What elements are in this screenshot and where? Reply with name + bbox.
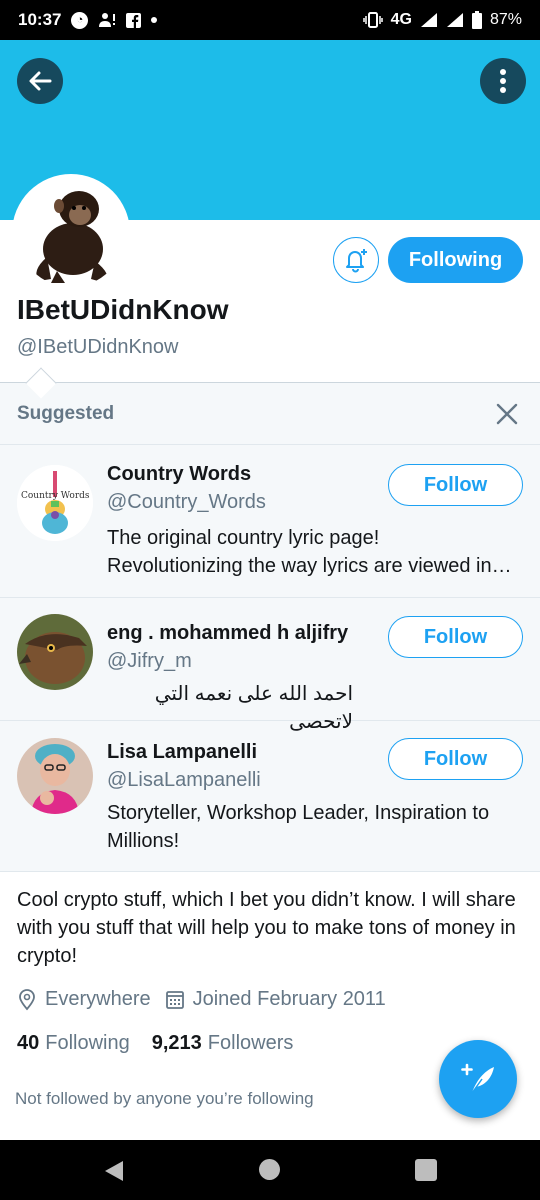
profile-avatar[interactable] [12, 174, 130, 292]
country-words-avatar-text: Country Words [21, 491, 90, 501]
following-count: 40 [17, 1032, 40, 1054]
suggested-item-country-words[interactable]: Country Words Country Words @Country_Wor… [0, 446, 540, 598]
following-button[interactable]: Following [388, 237, 523, 283]
followers-count-link[interactable]: 9,213 Followers [152, 1032, 294, 1055]
nav-recents-icon[interactable] [415, 1159, 437, 1181]
followers-label: Followers [207, 1032, 294, 1054]
calendar-icon [165, 990, 184, 1009]
country-words-avatar: Country Words [17, 465, 93, 541]
battery-icon [471, 11, 482, 29]
status-time: 10:37 [18, 10, 62, 29]
back-arrow-icon [29, 71, 52, 91]
follow-button[interactable]: Follow [388, 738, 523, 780]
more-options-button[interactable] [480, 58, 526, 104]
suggested-bio: Storyteller, Workshop Leader, Inspiratio… [107, 802, 490, 852]
suggested-item-aljifry[interactable]: eng . mohammed h aljifry @Jifry_m احمد ا… [0, 598, 540, 733]
suggested-panel: Suggested Country Words Country Words @C… [0, 382, 540, 872]
follow-button[interactable]: Follow [388, 616, 523, 658]
person-alert-icon [98, 12, 116, 28]
follow-button[interactable]: Follow [388, 464, 523, 506]
profile-bio: Cool crypto stuff, which I bet you didn’… [17, 889, 516, 967]
profile-display-name: IBetUDidnKnow [17, 294, 229, 325]
following-label: Following [45, 1032, 130, 1054]
suggested-handle: @Jifry_m [107, 650, 192, 672]
joined-date: Joined February 2011 [165, 988, 386, 1011]
compose-tweet-button[interactable] [439, 1040, 517, 1118]
nav-home-icon[interactable] [259, 1159, 280, 1180]
eagle-avatar [17, 614, 93, 690]
location-text: Everywhere [45, 988, 151, 1010]
signal-icon-2 [446, 12, 464, 28]
battery-percent: 87% [489, 11, 522, 28]
speed-icon: ◔ [71, 11, 89, 29]
notification-dot-icon [151, 17, 158, 23]
suggested-handle: @LisaLampanelli [107, 769, 261, 791]
suggested-name: Country Words [107, 463, 252, 485]
signal-icon [420, 12, 438, 28]
profile-handle: @IBetUDidnKnow [17, 336, 179, 358]
follow-counts: 40 Following 9,213 Followers [17, 1032, 293, 1055]
status-bar: 10:37 ◔ 4G 87% [0, 0, 540, 40]
location: Everywhere [17, 988, 151, 1011]
suggested-name: eng . mohammed h aljifry [107, 622, 349, 644]
back-button[interactable] [17, 58, 63, 104]
more-vertical-icon [500, 69, 506, 93]
location-pin-icon [19, 988, 35, 1010]
following-count-link[interactable]: 40 Following [17, 1032, 130, 1055]
joined-text: Joined February 2011 [192, 988, 386, 1010]
chimpanzee-avatar-image [17, 179, 125, 287]
suggested-name: Lisa Lampanelli [107, 741, 258, 763]
suggested-header: Suggested [0, 383, 540, 445]
profile-meta: Everywhere Joined February 2011 [17, 988, 400, 1011]
lisa-avatar [17, 738, 93, 814]
notification-bell-icon [346, 249, 367, 273]
close-icon[interactable] [494, 401, 520, 427]
notification-bell-button[interactable] [333, 237, 379, 283]
suggested-item-lisa-lampanelli[interactable]: Lisa Lampanelli @LisaLampanelli Storytel… [0, 721, 540, 872]
nav-back-icon[interactable] [103, 1159, 125, 1183]
network-type: 4G [390, 11, 412, 28]
followers-count: 9,213 [151, 1032, 202, 1054]
suggested-handle: @Country_Words [107, 491, 266, 513]
vibrate-icon [362, 12, 383, 28]
compose-tweet-icon [461, 1063, 494, 1094]
facebook-icon [126, 12, 142, 28]
suggested-title: Suggested [17, 402, 115, 424]
not-followed-notice: Not followed by anyone you’re following [15, 1089, 314, 1108]
suggested-bio: The original country lyric page! Revolut… [107, 527, 512, 577]
